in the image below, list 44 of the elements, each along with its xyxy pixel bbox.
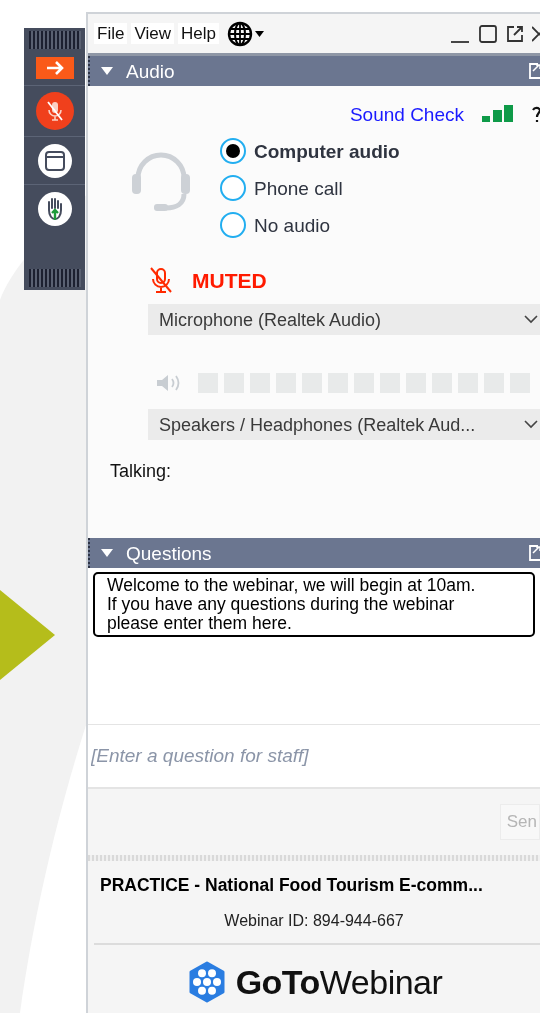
arrow-button[interactable] — [35, 57, 74, 79]
webinar-id: Webinar ID: 894-944-667 — [224, 912, 404, 929]
question-input-field[interactable]: [Enter a question for staff] — [88, 725, 540, 789]
talking-label: Talking: — [110, 462, 173, 480]
close-icon[interactable] — [532, 24, 540, 43]
menu-item[interactable]: File — [94, 23, 128, 44]
headset-icon — [130, 150, 192, 212]
message-bubble: Welcome to the webinar, we will begin at 10am. If you have any questions during the webinar please enter them here. — [93, 572, 535, 637]
chevron-down-icon — [524, 315, 538, 324]
section-header[interactable]: Questions — [88, 538, 540, 568]
microphone-dropdown[interactable]: Microphone (Realtek Audio) — [148, 304, 540, 335]
muted-status: MUTED — [192, 269, 267, 291]
resize-grip[interactable] — [88, 855, 540, 861]
globe-icon — [226, 20, 253, 47]
audio-option[interactable]: Computer audio — [220, 138, 400, 164]
drag-grip[interactable] — [28, 31, 81, 49]
muted-microphone-icon — [44, 100, 65, 122]
chevron-down-icon — [524, 420, 538, 429]
caret-down-icon — [254, 30, 264, 37]
radio-button[interactable] — [220, 138, 246, 164]
menu-item[interactable]: View — [131, 23, 174, 44]
audio-option[interactable]: Phone call — [220, 175, 400, 201]
panel-button[interactable] — [37, 144, 72, 178]
caret-down-icon[interactable] — [100, 65, 114, 77]
sound-check-link[interactable]: Sound Check — [349, 104, 464, 124]
arrow-right-icon — [44, 60, 65, 76]
speakers-dropdown[interactable]: Speakers / Headphones (Realtek Aud... — [148, 409, 540, 440]
drag-grip[interactable] — [28, 269, 81, 287]
caret-down-icon[interactable] — [100, 547, 114, 559]
section-header[interactable]: Audio — [88, 56, 540, 86]
radio-button[interactable] — [220, 212, 246, 238]
radio-button[interactable] — [220, 175, 246, 201]
popout-icon[interactable] — [506, 24, 524, 43]
language-button[interactable] — [226, 20, 264, 47]
raise-hand-button[interactable] — [37, 192, 72, 226]
webinar-title: PRACTICE - National Food Tourism E-comm... — [100, 877, 483, 895]
help-icon[interactable] — [532, 105, 540, 123]
microphone-button[interactable] — [35, 92, 74, 130]
window-icon — [43, 150, 66, 172]
audio-option[interactable]: No audio — [220, 212, 400, 238]
menu-item[interactable]: Help — [177, 23, 219, 44]
signal-bars-icon — [482, 105, 514, 123]
maximize-icon[interactable] — [478, 23, 498, 44]
brand-logo-text: GoToWebinar — [235, 964, 443, 999]
